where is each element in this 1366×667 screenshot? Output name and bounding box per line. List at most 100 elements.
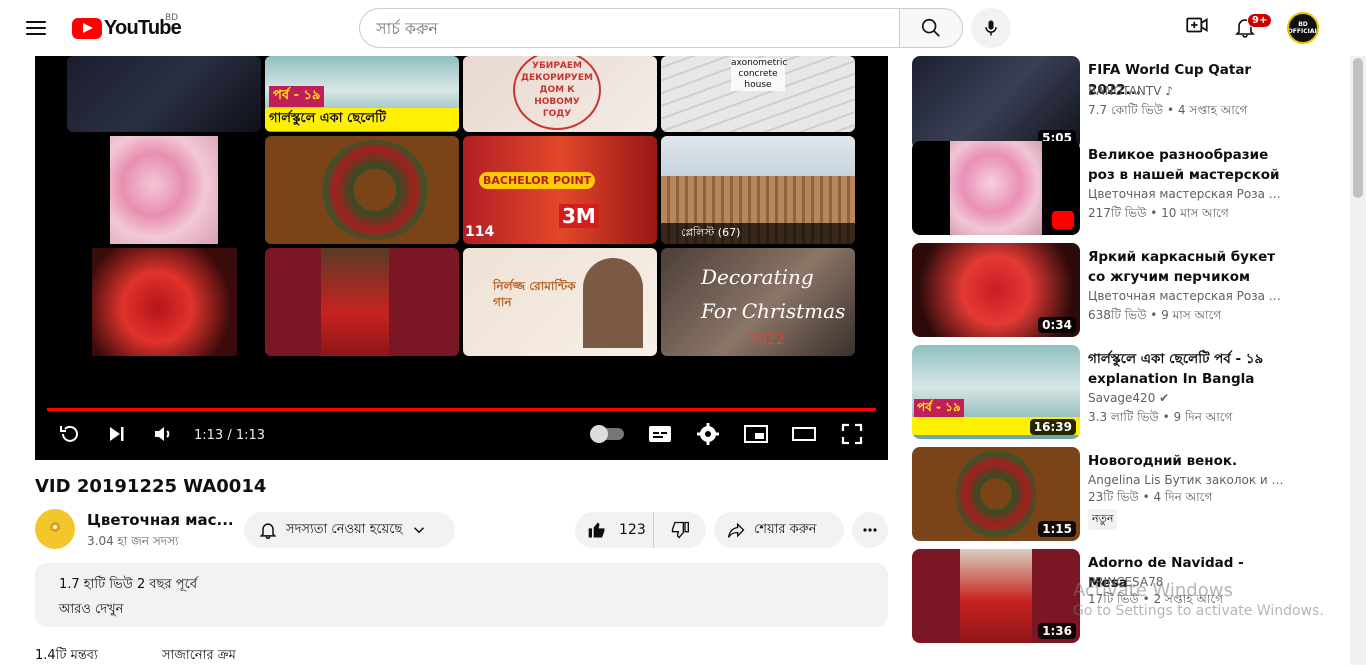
thumb-episode-badge: পর্ব - ১৯ (914, 399, 964, 419)
search-button[interactable] (899, 8, 963, 48)
tile-views-text: 3M (559, 204, 599, 228)
related-thumbnail[interactable]: পর্ব - ১৯ 16:39 (912, 345, 1080, 439)
endscreen-tile-5[interactable] (110, 136, 218, 244)
tile-decor-text: Decorating For Christmas (701, 265, 846, 323)
autoplay-knob (590, 425, 608, 443)
create-video-icon[interactable] (1184, 12, 1210, 38)
related-video-item[interactable]: Великое разнообразие роз в нашей мастерс… (912, 141, 1332, 237)
related-video-item[interactable]: পর্ব - ১৯ 16:39 গার্লস্কুলে একা ছেলেটি প… (912, 345, 1332, 441)
microphone-icon (985, 20, 997, 36)
dislike-button[interactable] (654, 512, 706, 548)
share-icon (727, 522, 745, 538)
progress-bar[interactable] (47, 408, 876, 411)
activate-subtitle: Go to Settings to activate Windows. (1073, 603, 1324, 619)
endscreen-tile-6[interactable] (265, 136, 459, 244)
channel-avatar[interactable] (35, 509, 75, 549)
search-icon (921, 18, 940, 37)
account-avatar[interactable]: BD OFFICIAL (1287, 12, 1319, 44)
endscreen-tile-1[interactable] (67, 56, 261, 132)
singer-photo (583, 258, 643, 348)
share-button[interactable]: শেয়ার করুন (714, 512, 844, 548)
tile-year-text: 2022 (749, 332, 785, 348)
endscreen-tile-12[interactable]: Decorating For Christmas 2022 (661, 248, 855, 356)
like-count: 123 (619, 522, 646, 538)
subscribe-label: সদস্যতা নেওয়া হয়েছে (286, 521, 403, 537)
video-title: VID 20191225 WA0014 (35, 476, 267, 497)
autoplay-track (590, 425, 624, 443)
tile-episode-text: পর্ব - ১৯ (269, 86, 325, 107)
play-logo-icon (72, 18, 102, 39)
menu-icon[interactable] (24, 16, 48, 40)
endscreen-tile-9[interactable] (92, 248, 237, 356)
description-box[interactable]: 1.7 হাটি ভিউ 2 বছর পূর্বে আরও দেখুন (35, 563, 888, 627)
related-title[interactable]: Великое разнообразие роз в нашей мастерс… (1088, 145, 1288, 185)
replay-icon[interactable] (57, 422, 83, 446)
related-meta: 3.3 লাটি ভিউ • 9 দিন আগে (1088, 410, 1233, 424)
subtitles-icon[interactable] (647, 422, 673, 446)
more-actions-button[interactable] (852, 512, 888, 548)
related-channel[interactable]: Savage420 ✔ (1088, 391, 1288, 405)
sort-comments-button[interactable]: সাজানোর ক্রম (162, 648, 236, 663)
theater-mode-icon[interactable] (791, 422, 817, 446)
related-video-item[interactable]: 0:34 Яркий каркасный букет со жгучим пер… (912, 243, 1332, 339)
more-dots-icon (863, 528, 877, 532)
youtube-logo[interactable]: YouTube BD (72, 13, 182, 40)
wreath (321, 140, 429, 240)
related-channel[interactable]: Цветочная мастерская Роза Ветр... (1088, 289, 1288, 303)
related-thumbnail[interactable] (912, 141, 1080, 235)
notifications-badge: 9+ (1247, 13, 1273, 28)
endscreen-tile-7[interactable]: BACHELOR POINT 3M 114 (463, 136, 657, 244)
show-more-link[interactable]: আরও দেখুন (59, 600, 876, 621)
related-title[interactable]: Новогодний венок. (1088, 451, 1288, 471)
related-thumbnail[interactable]: 0:34 (912, 243, 1080, 337)
related-thumbnail[interactable]: 1:15 (912, 447, 1080, 541)
miniplayer-icon[interactable] (743, 422, 769, 446)
candle-image (960, 549, 1032, 643)
related-title[interactable]: গার্লস্কুলে একা ছেলেটি পর্ব - ১৯ explana… (1088, 349, 1288, 389)
tile-episode-sub: গার্লস্কুলে একা ছেলেটি (265, 108, 459, 131)
related-video-item[interactable]: 1:15 Новогодний венок. Angelina Lis Бути… (912, 447, 1332, 543)
tile-episode-num: 114 (465, 224, 495, 240)
shorts-icon (1052, 211, 1074, 229)
related-channel[interactable]: Цветочная мастерская Роза Ветр... (1088, 187, 1288, 201)
video-player[interactable]: পর্ব - ১৯ গার্লস্কুলে একা ছেলেটি УБИРАЕМ… (35, 56, 888, 460)
search-input[interactable] (359, 8, 899, 48)
volume-icon[interactable] (151, 422, 175, 446)
related-channel[interactable]: BANGTANTV ♪ (1088, 84, 1288, 98)
activate-windows-watermark: Activate Windows Go to Settings to activ… (1073, 580, 1324, 619)
channel-subscribers: 3.04 হা জন সদস্য (87, 534, 179, 548)
endscreen-tile-11[interactable]: নির্লজ্জ রোমান্টিক গান (463, 248, 657, 356)
channel-name[interactable]: Цветочная мас... (87, 511, 234, 529)
related-title[interactable]: Яркий каркасный букет со жгучим перчиком (1088, 247, 1288, 287)
bell-icon (259, 523, 277, 540)
related-channel[interactable]: Angelina Lis Бутик заколок и рези... (1088, 473, 1288, 487)
related-thumbnail[interactable]: 1:36 (912, 549, 1080, 643)
next-icon[interactable] (105, 422, 129, 446)
video-duration: 1:36 (1038, 623, 1076, 639)
endscreen-tile-8[interactable]: প্লেলিস্ট (67) (661, 136, 855, 244)
endscreen-tile-10[interactable] (265, 248, 459, 356)
page-scrollbar[interactable] (1350, 56, 1366, 665)
video-duration: 16:39 (1029, 419, 1076, 435)
related-meta: 7.7 কোটি ভিউ • 4 সপ্তাহ আগে (1088, 103, 1248, 117)
time-display: 1:13 / 1:13 (194, 428, 266, 443)
like-dislike-group: 123 (575, 512, 706, 548)
views-info: 1.7 হাটি ভিউ 2 বছর পূর্বে (59, 577, 198, 592)
chevron-down-icon (414, 527, 425, 534)
tile-bachelor-text: BACHELOR POINT (479, 172, 596, 189)
like-button[interactable]: 123 (575, 512, 654, 548)
voice-search-button[interactable] (971, 8, 1011, 48)
related-thumbnail[interactable]: 5:05 (912, 56, 1080, 150)
settings-gear-icon[interactable] (696, 422, 720, 446)
endscreen-tile-2[interactable]: পর্ব - ১৯ গার্লস্কুলে একা ছেলেটি (265, 56, 459, 132)
subscribe-button[interactable]: সদস্যতা নেওয়া হয়েছে (244, 512, 455, 548)
scrollbar-thumb[interactable] (1353, 58, 1363, 198)
country-code: BD (165, 13, 179, 23)
endscreen-tile-4[interactable]: axonometric concrete house (661, 56, 855, 132)
endscreen-tile-3[interactable]: УБИРАЕМ ДЕКОРИРУЕМ ДОМ К НОВОМУ ГОДУ (463, 56, 657, 132)
sky (661, 136, 855, 176)
fullscreen-icon[interactable] (840, 422, 864, 446)
related-video-item[interactable]: 5:05 FIFA World Cup Qatar 2022... BANGTA… (912, 56, 1332, 152)
playlist-count: প্লেলিস্ট (67) (661, 223, 855, 244)
autoplay-toggle[interactable] (590, 422, 625, 446)
